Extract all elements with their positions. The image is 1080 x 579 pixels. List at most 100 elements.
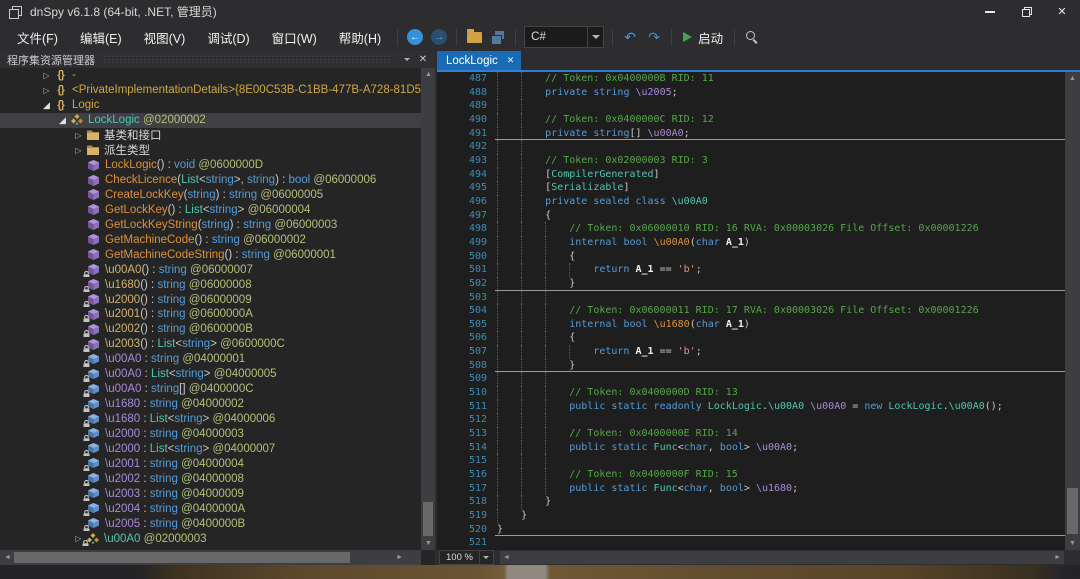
tree-item-label: GetLockKeyString(string) : string @06000… bbox=[105, 219, 337, 231]
tree-item[interactable]: ◢{}Logic bbox=[0, 98, 421, 113]
tree-item[interactable]: \u2000 : string @04000003 bbox=[0, 427, 421, 442]
tree-item-label: \u00A0() : string @06000007 bbox=[105, 264, 253, 276]
minimize-button[interactable] bbox=[972, 0, 1008, 23]
tree-item[interactable]: \u00A0 : List<string> @04000005 bbox=[0, 367, 421, 382]
tree-item[interactable]: \u1680 : string @04000002 bbox=[0, 397, 421, 412]
chevron-down-icon bbox=[404, 58, 410, 61]
indent-guide bbox=[545, 236, 546, 250]
tree-item[interactable]: \u2000 : List<string> @04000007 bbox=[0, 441, 421, 456]
indent-guide bbox=[497, 372, 498, 386]
tree-vscroll-thumb[interactable] bbox=[423, 502, 433, 536]
lock-icon bbox=[83, 465, 90, 471]
expander-icon[interactable]: ◢ bbox=[40, 100, 53, 111]
language-selector-dropdown[interactable] bbox=[587, 27, 603, 47]
tree-item-label: 基类和接口 bbox=[104, 128, 162, 143]
tree-item[interactable]: \u2005 : string @0400000B bbox=[0, 516, 421, 531]
assembly-tree[interactable]: ▷{}-▷{}<PrivateImplementationDetails>{8E… bbox=[0, 68, 421, 550]
tree-item[interactable]: \u2002() : string @0600000B bbox=[0, 322, 421, 337]
panel-drag-handle[interactable] bbox=[103, 55, 391, 64]
menu-item-4[interactable]: 窗口(W) bbox=[261, 25, 328, 50]
scroll-left-icon[interactable]: ◄ bbox=[503, 554, 510, 561]
code-view[interactable]: 487// Token: 0x0400000B RID: 11488privat… bbox=[437, 72, 1065, 550]
tree-item[interactable]: \u2003() : List<string> @0600000C bbox=[0, 337, 421, 352]
expander-icon[interactable]: ▷ bbox=[40, 71, 53, 80]
editor-vertical-scrollbar[interactable]: ▲ ▼ bbox=[1065, 72, 1080, 550]
expander-icon[interactable]: ◢ bbox=[56, 115, 69, 126]
line-number: 506 bbox=[437, 331, 487, 345]
language-selector[interactable]: C# bbox=[524, 26, 604, 48]
tree-item[interactable]: \u2004 : string @0400000A bbox=[0, 501, 421, 516]
indent-guide bbox=[521, 482, 522, 496]
scroll-down-icon[interactable]: ▼ bbox=[425, 540, 432, 547]
indent-guide bbox=[545, 441, 546, 455]
editor-vscroll-thumb[interactable] bbox=[1067, 488, 1078, 534]
tree-item[interactable]: \u1680() : string @06000008 bbox=[0, 277, 421, 292]
open-file-button[interactable] bbox=[462, 26, 486, 48]
close-button[interactable]: ✕ bbox=[1044, 0, 1080, 23]
scroll-up-icon[interactable]: ▲ bbox=[425, 71, 432, 78]
tree-item[interactable]: GetLockKeyString(string) : string @06000… bbox=[0, 217, 421, 232]
tree-horizontal-scrollbar[interactable]: ◄ ► bbox=[0, 550, 421, 565]
tree-item[interactable]: ▷\u00A0 @02000003 bbox=[0, 531, 421, 546]
scroll-down-icon[interactable]: ▼ bbox=[1069, 540, 1076, 547]
tree-item[interactable]: CheckLicence(List<string>, string) : boo… bbox=[0, 173, 421, 188]
tree-item[interactable]: \u00A0 : string @04000001 bbox=[0, 352, 421, 367]
tree-item[interactable]: GetMachineCodeString() : string @0600000… bbox=[0, 247, 421, 262]
tree-item[interactable]: ▷派生类型 bbox=[0, 143, 421, 158]
tree-item[interactable]: \u2001 : string @04000004 bbox=[0, 456, 421, 471]
tree-item[interactable]: \u2001() : string @0600000A bbox=[0, 307, 421, 322]
tree-item[interactable]: ◢LockLogic @02000002 bbox=[0, 113, 421, 128]
tree-item[interactable]: CreateLockKey(string) : string @06000005 bbox=[0, 188, 421, 203]
search-button[interactable] bbox=[740, 26, 764, 48]
redo-button[interactable]: ↷ bbox=[642, 26, 666, 48]
menu-item-5[interactable]: 帮助(H) bbox=[328, 25, 392, 50]
zoom-dropdown-button[interactable] bbox=[479, 551, 493, 564]
navigate-forward-button[interactable]: → bbox=[427, 26, 451, 48]
tree-item[interactable]: \u1680 : List<string> @04000006 bbox=[0, 412, 421, 427]
indent-guide bbox=[497, 99, 498, 113]
zoom-selector[interactable]: 100 % bbox=[439, 550, 494, 565]
tree-item[interactable]: \u2002 : string @04000008 bbox=[0, 471, 421, 486]
tree-item[interactable]: ▷{}- bbox=[0, 68, 421, 83]
indent-guide bbox=[497, 86, 498, 100]
scroll-right-icon[interactable]: ► bbox=[396, 554, 403, 561]
tree-item[interactable]: LockLogic() : void @0600000D bbox=[0, 158, 421, 173]
panel-menu-button[interactable] bbox=[399, 52, 415, 67]
tree-item[interactable]: GetMachineCode() : string @06000002 bbox=[0, 232, 421, 247]
tree-item[interactable]: ▷{}<PrivateImplementationDetails>{8E00C5… bbox=[0, 83, 421, 98]
menu-item-1[interactable]: 编辑(E) bbox=[69, 25, 133, 50]
scroll-left-icon[interactable]: ◄ bbox=[4, 554, 11, 561]
indent-guide bbox=[545, 291, 546, 305]
expander-icon[interactable]: ▷ bbox=[72, 146, 85, 155]
tree-hscroll-thumb[interactable] bbox=[14, 552, 350, 563]
undo-button[interactable]: ↶ bbox=[618, 26, 642, 48]
menu-item-3[interactable]: 调试(D) bbox=[196, 25, 260, 50]
scroll-up-icon[interactable]: ▲ bbox=[1069, 75, 1076, 82]
tree-item[interactable]: \u00A0 : string[] @0400000C bbox=[0, 382, 421, 397]
tab-close-icon[interactable]: ✕ bbox=[507, 55, 515, 66]
navigate-back-button[interactable]: ← bbox=[403, 26, 427, 48]
field-icon bbox=[86, 517, 101, 531]
start-debugging-button[interactable]: 启动 bbox=[677, 26, 729, 48]
scroll-right-icon[interactable]: ► bbox=[1054, 554, 1061, 561]
menu-item-2[interactable]: 视图(V) bbox=[133, 25, 197, 50]
tree-vertical-scrollbar[interactable]: ▲ ▼ bbox=[421, 68, 435, 550]
code-line: 492 bbox=[437, 140, 1065, 154]
tree-item[interactable]: GetLockKey() : List<string> @06000004 bbox=[0, 202, 421, 217]
tree-item[interactable]: \u2000() : string @06000009 bbox=[0, 292, 421, 307]
tree-item-label: \u2003() : List<string> @0600000C bbox=[105, 338, 285, 350]
restore-icon bbox=[1022, 7, 1031, 16]
tab-locklogic[interactable]: LockLogic ✕ bbox=[437, 51, 521, 70]
expander-icon[interactable]: ▷ bbox=[40, 86, 53, 95]
editor-horizontal-scrollbar[interactable]: ◄ ► bbox=[500, 551, 1064, 564]
code-line: 494[CompilerGenerated] bbox=[437, 168, 1065, 182]
tree-item[interactable]: \u00A0() : string @06000007 bbox=[0, 262, 421, 277]
save-all-button[interactable] bbox=[486, 26, 510, 48]
tree-item[interactable]: \u2003 : string @04000009 bbox=[0, 486, 421, 501]
field-icon bbox=[86, 412, 101, 426]
restore-button[interactable] bbox=[1008, 0, 1044, 23]
panel-close-button[interactable]: ✕ bbox=[415, 52, 431, 67]
menu-item-0[interactable]: 文件(F) bbox=[6, 25, 69, 50]
expander-icon[interactable]: ▷ bbox=[72, 131, 85, 140]
tree-item[interactable]: ▷ 基类和接口 bbox=[0, 128, 421, 143]
